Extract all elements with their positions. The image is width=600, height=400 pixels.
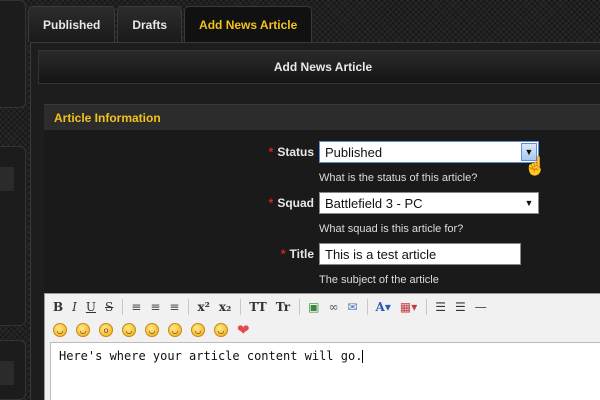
title-value: This is a test article [325,246,437,262]
squad-hint: What squad is this article for? [319,223,464,235]
toolbar-separator [122,299,124,315]
required-marker: * [268,145,274,159]
status-value: Published [325,144,383,160]
left-sidebar-block-bottom [0,340,26,400]
font-color-icon[interactable]: A▾ [376,300,391,314]
image-icon[interactable]: ▣ [308,300,319,314]
smiley-bar: ◡ ◡ o ◡ ◡ ◡ ◡ ◡ ❤ [53,321,250,339]
toolbar-separator [426,299,428,315]
superscript-button[interactable]: x² [197,300,209,314]
tab-add-news-article[interactable]: Add News Article [184,6,313,42]
strikethrough-button[interactable]: S [105,300,113,314]
numbered-list-icon[interactable]: ☰ [455,300,466,314]
background-color-icon[interactable]: ▦▾ [400,300,417,314]
sidebar-slot [0,361,14,385]
editor-toolbar: B I U S ≡ ≡ ≡ x² x₂ TT Tr ▣ ∞ ✉ A▾ ▦▾ ☰ … [45,294,600,320]
left-sidebar-block-top [0,0,26,108]
squad-value: Battlefield 3 - PC [325,195,423,211]
capitalize-button[interactable]: Tr [276,300,290,314]
status-label: * Status [268,145,314,159]
editor-content-area[interactable]: Here's where your article content will g… [50,342,600,400]
toolbar-separator [299,299,301,315]
sidebar-slot [0,167,14,191]
link-icon[interactable]: ∞ [328,300,338,314]
smile-icon[interactable]: ◡ [53,323,67,337]
title-hint: The subject of the article [319,274,439,286]
toolbar-separator [366,299,368,315]
subscript-button[interactable]: x₂ [219,300,231,314]
horizontal-rule-icon[interactable]: — [475,300,487,314]
tab-bar: Published Drafts Add News Article [28,6,314,42]
italic-button[interactable]: I [72,300,77,314]
panel-title: Add News Article [38,50,600,84]
tab-published[interactable]: Published [28,6,116,42]
toolbar-separator [240,299,242,315]
required-marker: * [280,247,286,261]
status-select[interactable]: Published ▼ [319,141,539,163]
happy-icon[interactable]: ◡ [168,323,182,337]
title-label: * Title [280,247,314,261]
cool-icon[interactable]: ◡ [191,323,205,337]
bullet-list-icon[interactable]: ☰ [435,300,446,314]
section-title-article-information: Article Information [44,104,600,130]
title-input[interactable]: This is a test article [319,243,521,265]
left-sidebar-block-middle [0,146,26,326]
grin-icon[interactable]: ◡ [76,323,90,337]
squad-label: * Squad [268,196,314,210]
text-caret [362,350,364,363]
align-right-icon[interactable]: ≡ [169,300,179,314]
align-left-icon[interactable]: ≡ [131,300,141,314]
underline-button[interactable]: U [86,300,96,314]
article-editor: B I U S ≡ ≡ ≡ x² x₂ TT Tr ▣ ∞ ✉ A▾ ▦▾ ☰ … [44,293,600,400]
uppercase-button[interactable]: TT [249,300,266,314]
squad-select[interactable]: Battlefield 3 - PC ▼ [319,192,539,214]
hand-pointer-icon: ☝ [524,156,547,176]
surprised-icon[interactable]: o [99,323,113,337]
status-hint: What is the status of this article? [319,172,478,184]
email-icon[interactable]: ✉ [347,300,357,314]
align-center-icon[interactable]: ≡ [150,300,160,314]
chevron-down-icon[interactable]: ▼ [521,194,537,212]
required-marker: * [268,196,274,210]
tab-drafts[interactable]: Drafts [117,6,183,42]
heart-icon[interactable]: ❤ [237,321,250,339]
tongue-icon[interactable]: ◡ [145,323,159,337]
bold-button[interactable]: B [53,300,63,314]
wink-icon[interactable]: ◡ [122,323,136,337]
laugh-icon[interactable]: ◡ [214,323,228,337]
toolbar-separator [188,299,190,315]
editor-content-text: Here's where your article content will g… [59,349,363,363]
